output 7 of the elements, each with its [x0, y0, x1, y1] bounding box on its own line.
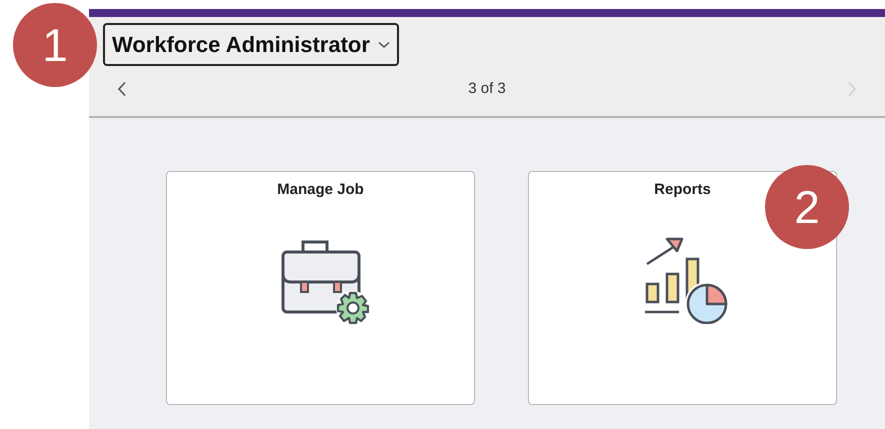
- page-indicator: 3 of 3: [468, 79, 506, 99]
- tile-title: Reports: [654, 180, 711, 200]
- app-tile[interactable]: Manage Job: [166, 171, 475, 405]
- step-badge: 1: [13, 3, 97, 87]
- previous-icon[interactable]: [117, 81, 127, 98]
- title-dropdown[interactable]: Workforce Administrator: [103, 23, 399, 66]
- tile-title: Manage Job: [277, 180, 364, 200]
